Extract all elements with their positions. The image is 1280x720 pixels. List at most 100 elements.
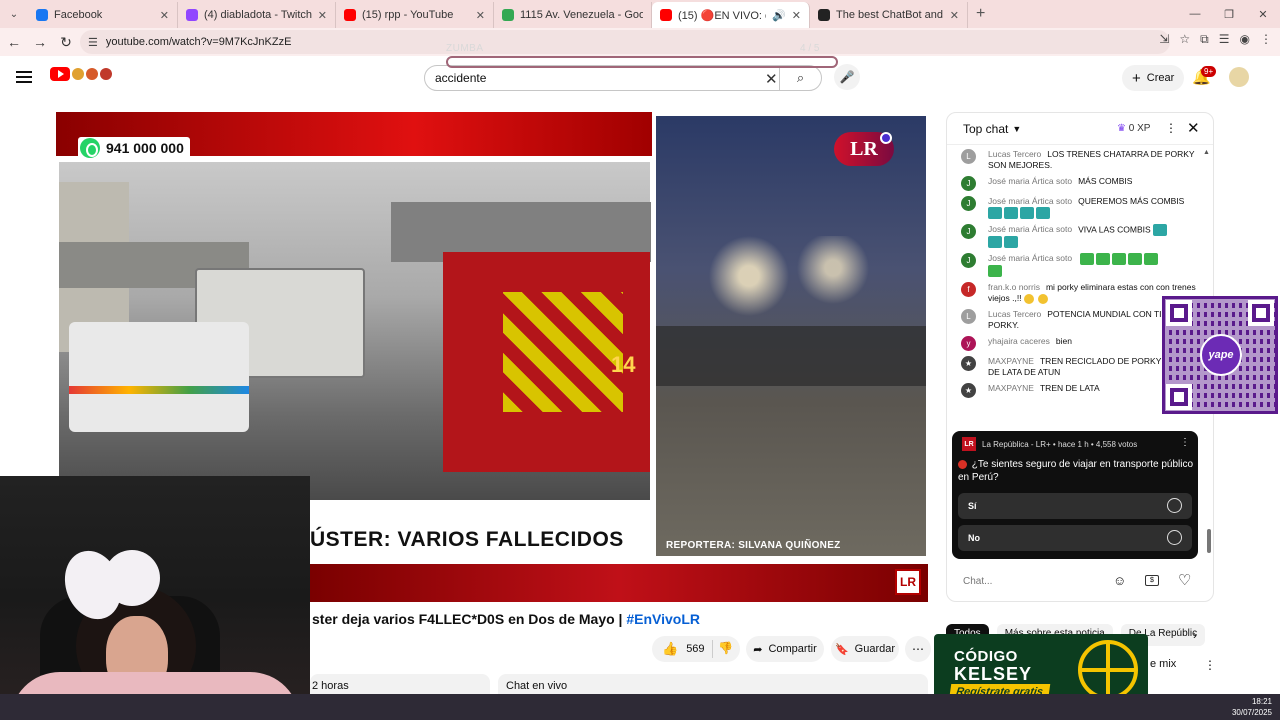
yape-qr-code: yape (1162, 296, 1278, 414)
video-headline: ÚSTER: VARIOS FALLECIDOS (310, 528, 624, 551)
avatar[interactable]: ★ (961, 356, 976, 371)
notification-badge: 9+ (1201, 66, 1217, 77)
github-icon (818, 9, 830, 21)
emoji-icon[interactable]: ☺ (1113, 573, 1126, 588)
avatar[interactable]: J (961, 224, 976, 239)
avatar[interactable]: J (961, 196, 976, 211)
search-icon[interactable]: ⌕ (779, 66, 821, 90)
twitch-icon (186, 9, 198, 21)
tab-twitch[interactable]: (4) diabladota - Twitch ✕ (178, 2, 336, 28)
extensions-icon[interactable]: ⧉ (1200, 32, 1209, 47)
tab-rpp-youtube[interactable]: (15) rpp - YouTube ✕ (336, 2, 494, 28)
chat-menu-icon[interactable]: ⋮ (1165, 121, 1177, 135)
tab-live-stream[interactable]: (15) 🔴EN VIVO: choque d 🔊 ✕ (652, 2, 810, 28)
yape-logo: yape (1200, 334, 1242, 376)
youtube-doodle-logo[interactable] (72, 68, 112, 80)
chat-scrollbar[interactable] (1207, 529, 1211, 553)
crown-icon: ♛ (1117, 123, 1126, 134)
poll-menu-icon[interactable]: ⋮ (1180, 437, 1190, 448)
laughing-emoji-icon (1128, 253, 1143, 265)
youtube-icon (660, 9, 672, 21)
rofl-emoji-icon (1038, 293, 1049, 304)
os-taskbar: 18:21 30/07/2025 (0, 694, 1280, 720)
avatar[interactable]: L (961, 149, 976, 164)
laughing-emoji-icon (1144, 253, 1159, 265)
install-icon[interactable]: ⇲ (1159, 32, 1169, 47)
avatar[interactable]: y (961, 336, 976, 351)
laughing-emoji-icon (1080, 253, 1095, 265)
hashtag-link[interactable]: #EnVivoLR (626, 611, 700, 627)
broadcast-banner-bottom (310, 564, 928, 602)
site-info-icon[interactable]: ☰ (88, 36, 98, 49)
find-in-page-query: ZUMBA (446, 43, 484, 54)
find-match-count: 4 / 5 (800, 43, 820, 54)
avatar[interactable]: J (961, 176, 976, 191)
more-actions-icon[interactable]: ⋯ (905, 636, 931, 662)
reading-list-icon[interactable]: ☰ (1219, 32, 1230, 47)
chat-mode-selector[interactable]: Top chat (963, 122, 1008, 136)
radio-button[interactable] (1167, 498, 1182, 513)
close-icon[interactable]: ✕ (1187, 119, 1200, 137)
like-button[interactable]: 👍 569 👎 (652, 636, 740, 662)
tab-facebook[interactable]: Facebook ✕ (28, 2, 178, 28)
poll-option-no[interactable]: No (958, 525, 1192, 551)
menu-icon[interactable] (16, 68, 32, 86)
back-icon[interactable]: ← (2, 30, 26, 54)
xp-badge[interactable]: ♛ 0 XP (1117, 123, 1150, 134)
thumbs-down-icon[interactable]: 👎 (718, 641, 733, 655)
reporter-caption: REPORTERA: SILVANA QUIÑONEZ (666, 540, 841, 551)
avatar[interactable]: J (961, 253, 976, 268)
scroll-up-icon[interactable]: ▲ (1203, 149, 1210, 156)
tab-chatbot[interactable]: The best ChatBot and Widgets ✕ (810, 2, 968, 28)
chevron-right-icon[interactable]: › (1193, 628, 1197, 642)
chevron-down-icon[interactable]: ▼ (1012, 124, 1021, 134)
plus-icon: + (1132, 69, 1141, 87)
chat-input[interactable]: Chat... (963, 571, 1103, 593)
system-clock[interactable]: 18:21 30/07/2025 (1232, 696, 1272, 718)
search-box: ✕ ⌕ (424, 65, 822, 91)
find-in-page-bar[interactable] (446, 56, 838, 68)
reload-icon[interactable]: ↻ (54, 30, 78, 54)
related-menu-icon[interactable]: ⋮ (1204, 658, 1216, 672)
avatar[interactable]: L (961, 309, 976, 324)
tab-google-maps[interactable]: 1115 Av. Venezuela - Google M (494, 2, 652, 28)
minimize-icon[interactable]: — (1178, 0, 1212, 28)
avatar[interactable]: ★ (961, 383, 976, 398)
avatar[interactable]: f (961, 282, 976, 297)
fire-truck: 14 (443, 252, 650, 472)
close-tab-icon[interactable]: ✕ (318, 9, 327, 22)
related-mix-title[interactable]: e mix (1150, 658, 1176, 670)
tab-search-icon[interactable]: ⌄ (0, 0, 28, 28)
whatsapp-icon (80, 138, 100, 158)
close-tab-icon[interactable]: ✕ (792, 9, 801, 22)
profile-icon[interactable]: ◉ (1240, 32, 1250, 47)
forward-icon[interactable]: → (28, 30, 52, 54)
live-dot-icon (958, 459, 967, 469)
microphone-icon[interactable]: 🎤 (834, 64, 860, 90)
close-tab-icon[interactable]: ✕ (476, 9, 485, 22)
close-window-icon[interactable]: ✕ (1246, 0, 1280, 28)
save-button[interactable]: 🔖 Guardar (831, 636, 899, 662)
speaker-icon[interactable]: 🔊 (772, 9, 786, 22)
avatar[interactable] (1229, 67, 1249, 87)
radio-button[interactable] (1167, 530, 1182, 545)
share-button[interactable]: ➦ Compartir (746, 636, 824, 662)
search-input[interactable] (425, 71, 755, 85)
create-button[interactable]: + Crear (1122, 65, 1185, 91)
clear-search-icon[interactable]: ✕ (765, 70, 778, 88)
bookmark-star-icon[interactable]: ☆ (1179, 32, 1190, 47)
restore-icon[interactable]: ❐ (1212, 0, 1246, 28)
heart-icon[interactable]: ♡ (1178, 571, 1191, 589)
laughing-emoji-icon (1112, 253, 1127, 265)
browser-nav-bar: ← → ↻ ☰ youtube.com/watch?v=9M7KcJnKZzE … (0, 28, 1280, 56)
youtube-logo[interactable] (50, 67, 70, 81)
close-tab-icon[interactable]: ✕ (160, 9, 169, 22)
new-tab-icon[interactable]: + (976, 5, 985, 23)
close-tab-icon[interactable]: ✕ (950, 9, 959, 22)
poll-option-yes[interactable]: Sí (958, 493, 1192, 519)
browser-menu-icon[interactable]: ⋮ (1260, 32, 1272, 47)
poll-meta: LR La República - LR+ • hace 1 h • 4,558… (962, 437, 1137, 451)
address-bar[interactable]: ☰ youtube.com/watch?v=9M7KcJnKZzE (80, 30, 1170, 54)
super-chat-icon[interactable]: $ (1145, 575, 1159, 586)
truck-number: 14 (611, 352, 636, 377)
